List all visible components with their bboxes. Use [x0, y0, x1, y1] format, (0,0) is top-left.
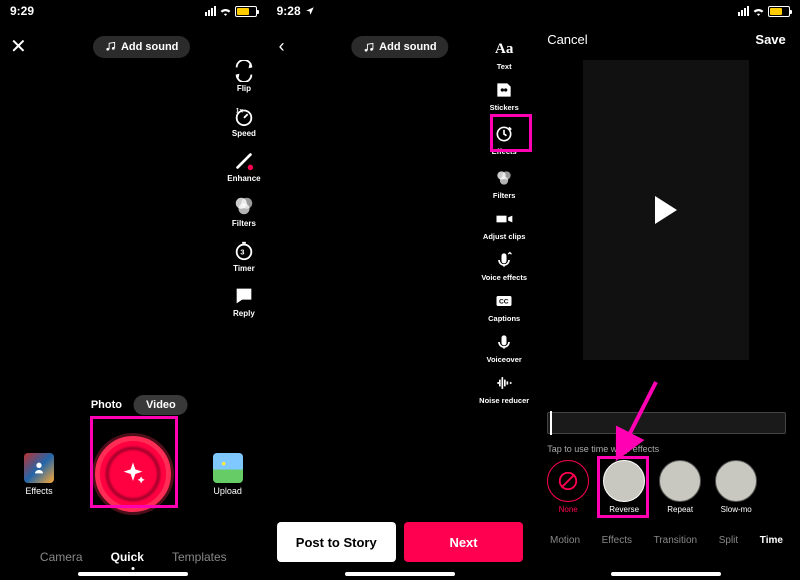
stickers-tool[interactable]: Stickers	[490, 79, 519, 112]
captions-icon: CC	[493, 290, 515, 312]
back-icon[interactable]: ‹	[279, 36, 285, 57]
play-icon[interactable]	[655, 196, 677, 224]
reply-tool[interactable]: Reply	[233, 285, 255, 318]
status-bar	[533, 0, 800, 22]
timer-icon: 3	[233, 240, 255, 262]
adjust-clips-tool[interactable]: Adjust clips	[483, 208, 526, 241]
sparkle-icon	[119, 460, 147, 488]
timer-tool[interactable]: 3 Timer	[233, 240, 255, 273]
clock: 9:29	[10, 4, 34, 18]
effects-tool[interactable]: Effects	[489, 120, 520, 159]
record-button[interactable]	[95, 436, 171, 512]
effects-icon	[493, 123, 515, 145]
time-effects-screen: Cancel Save Tap to use time warp effects…	[533, 0, 800, 580]
svg-text:1x: 1x	[236, 107, 244, 114]
post-to-story-button[interactable]: Post to Story	[277, 522, 396, 562]
slowmo-thumb	[715, 460, 757, 502]
text-icon: Aa	[493, 38, 515, 60]
time-effect-options: None Reverse Repeat Slow-mo	[547, 460, 786, 514]
battery-icon	[235, 6, 257, 17]
edit-tool-rail: Aa Text Stickers Effects Filters Adjust …	[479, 38, 529, 405]
filters-tool[interactable]: Filters	[232, 195, 256, 228]
tab-camera[interactable]: Camera	[40, 550, 83, 564]
mode-video[interactable]: Video	[134, 395, 188, 415]
reply-icon	[233, 285, 255, 307]
filters-icon	[233, 195, 255, 217]
side-tool-rail: Flip 1x Speed Enhance Filters 3 Timer Re…	[227, 60, 260, 318]
status-bar: 9:28	[267, 0, 534, 22]
save-button[interactable]: Save	[755, 32, 785, 47]
voiceover-tool[interactable]: Voiceover	[487, 331, 522, 364]
tab-templates[interactable]: Templates	[172, 550, 227, 564]
upload-icon	[213, 453, 243, 483]
voice-effects-icon	[493, 249, 515, 271]
filters-tool[interactable]: Filters	[493, 167, 516, 200]
cat-time[interactable]: Time	[760, 535, 783, 546]
add-sound-button[interactable]: Add sound	[351, 36, 448, 58]
repeat-thumb	[659, 460, 701, 502]
svg-text:3: 3	[240, 248, 244, 257]
signal-icon	[738, 6, 765, 16]
home-indicator	[345, 572, 455, 576]
effects-icon	[24, 453, 54, 483]
noise-icon	[493, 372, 515, 394]
stickers-icon	[493, 79, 515, 101]
cat-effects[interactable]: Effects	[602, 535, 632, 546]
cancel-button[interactable]: Cancel	[547, 32, 587, 47]
noise-reducer-tool[interactable]: Noise reducer	[479, 372, 529, 405]
text-tool[interactable]: Aa Text	[493, 38, 515, 71]
reverse-thumb	[603, 460, 645, 502]
effects-button[interactable]: Effects	[24, 453, 54, 496]
capture-mode-toggle[interactable]: Photo Video	[79, 395, 188, 415]
effect-reverse[interactable]: Reverse	[603, 460, 645, 514]
mode-photo[interactable]: Photo	[79, 395, 134, 415]
speed-icon: 1x	[233, 105, 255, 127]
enhance-tool[interactable]: Enhance	[227, 150, 260, 183]
close-icon[interactable]: ✕	[10, 34, 27, 59]
voice-effects-tool[interactable]: Voice effects	[481, 249, 527, 282]
bottom-tabs[interactable]: Camera Quick Templates	[0, 550, 267, 564]
speed-tool[interactable]: 1x Speed	[232, 105, 256, 138]
hint-text: Tap to use time warp effects	[547, 444, 659, 454]
flip-icon	[233, 60, 255, 82]
cat-split[interactable]: Split	[719, 535, 738, 546]
record-screen: 9:29 ✕ Add sound Flip 1x Speed Enhance	[0, 0, 267, 580]
cat-transition[interactable]: Transition	[654, 535, 698, 546]
music-note-icon	[105, 41, 116, 52]
battery-icon	[768, 6, 790, 17]
filters-icon	[493, 167, 515, 189]
timeline-scrubber[interactable]	[547, 412, 786, 434]
home-indicator	[611, 572, 721, 576]
music-note-icon	[363, 42, 374, 53]
effect-category-tabs[interactable]: Motion Effects Transition Split Time	[533, 535, 800, 546]
tab-indicator-dot	[132, 567, 135, 570]
video-preview[interactable]	[583, 60, 749, 360]
next-button[interactable]: Next	[404, 522, 523, 562]
tab-quick[interactable]: Quick	[111, 550, 144, 564]
location-icon	[305, 6, 315, 16]
status-bar: 9:29	[0, 0, 267, 22]
captions-tool[interactable]: CC Captions	[488, 290, 520, 323]
effect-slowmo[interactable]: Slow-mo	[715, 460, 757, 514]
adjust-clips-icon	[493, 208, 515, 230]
add-sound-button[interactable]: Add sound	[93, 36, 190, 58]
home-indicator	[78, 572, 188, 576]
effect-repeat[interactable]: Repeat	[659, 460, 701, 514]
none-icon	[547, 460, 589, 502]
voiceover-icon	[493, 331, 515, 353]
signal-icon	[205, 6, 232, 16]
cat-motion[interactable]: Motion	[550, 535, 580, 546]
edit-screen: 9:28 ‹ Add sound Aa Text Stickers Effect…	[267, 0, 534, 580]
flip-tool[interactable]: Flip	[233, 60, 255, 93]
playhead[interactable]	[550, 411, 552, 435]
svg-text:CC: CC	[499, 299, 509, 306]
effect-none[interactable]: None	[547, 460, 589, 514]
enhance-icon	[233, 150, 255, 172]
add-sound-label: Add sound	[121, 41, 178, 53]
upload-button[interactable]: Upload	[213, 453, 243, 496]
clock: 9:28	[277, 4, 301, 18]
